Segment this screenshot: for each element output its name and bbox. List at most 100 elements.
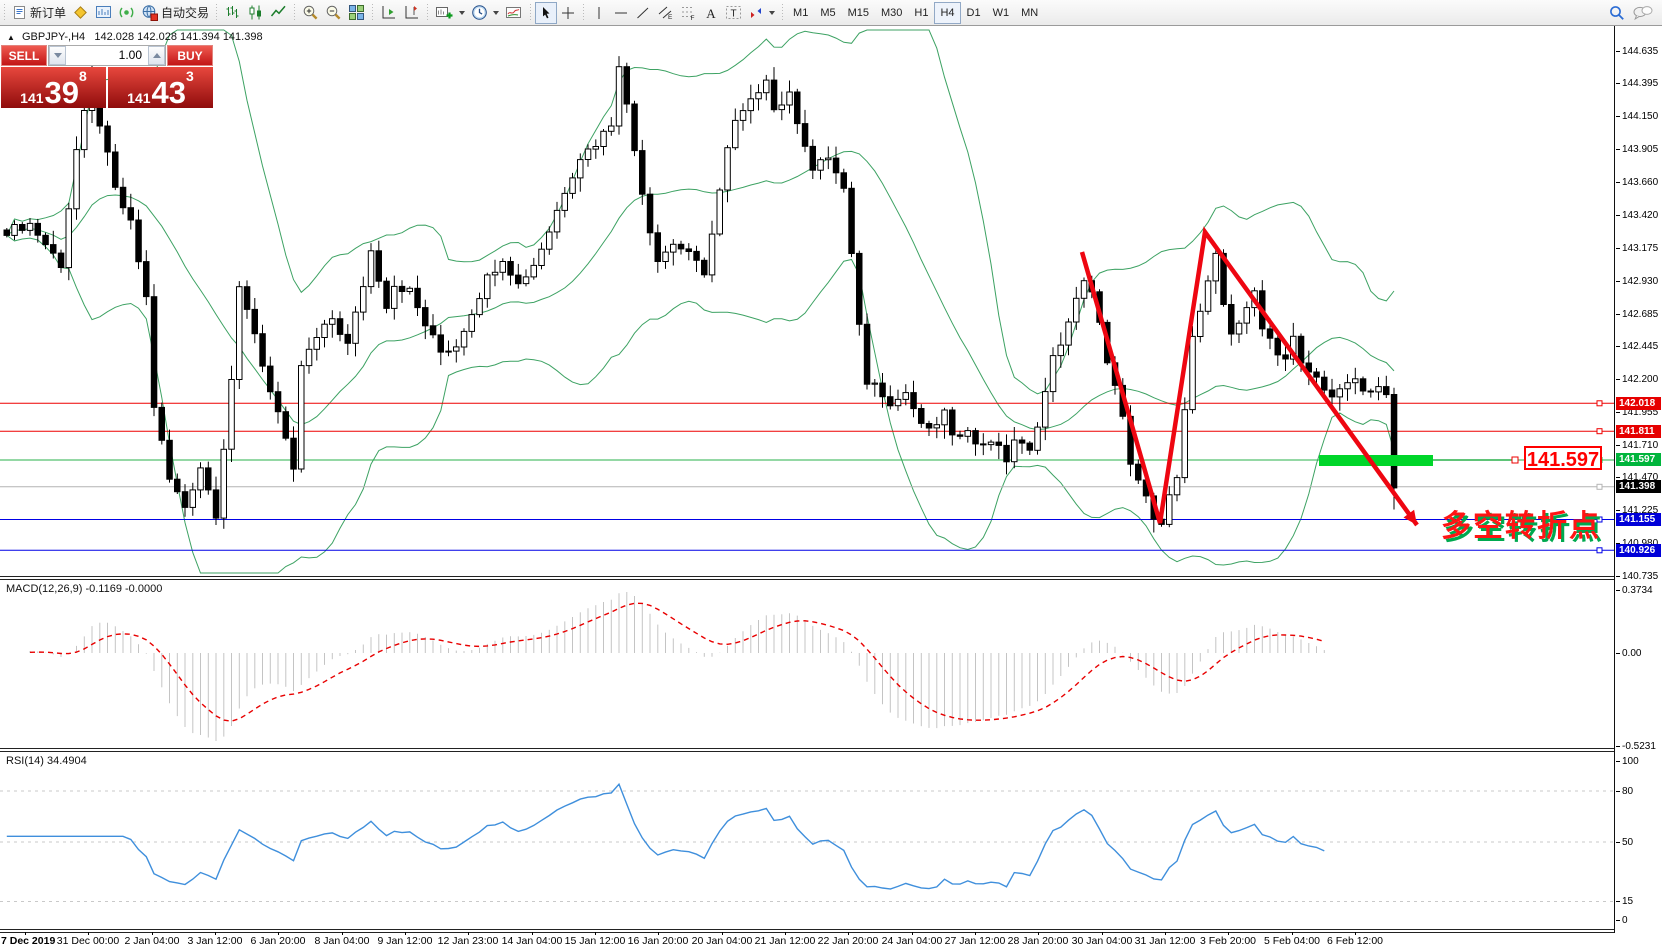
timeframe-button-m30[interactable]: M30 (875, 2, 908, 24)
chart-ohlc-title: ▲ GBPJPY-,H4 142.028 142.028 141.394 141… (7, 31, 263, 43)
toolbar-grip[interactable] (779, 4, 786, 22)
sell-price-display[interactable]: 141 39 8 (1, 67, 106, 108)
toolbar-grip[interactable] (213, 4, 220, 22)
crosshair-button[interactable] (557, 2, 579, 24)
price-level-badge: 141.155 (1616, 513, 1661, 526)
text-label-button[interactable]: T (722, 2, 745, 24)
price-axis-label: 142.200 (1616, 374, 1658, 385)
equidistant-channel-button[interactable]: E (654, 2, 677, 24)
toolbar: 新订单 自动交易 (0, 0, 1662, 26)
price-axis-label: 144.395 (1616, 78, 1658, 89)
time-axis-label: 30 Jan 04:00 (1072, 935, 1133, 947)
timeframe-button-w1[interactable]: W1 (987, 2, 1016, 24)
fibonacci-button[interactable]: F (677, 2, 700, 24)
rsi-axis-label: 100 (1616, 756, 1639, 767)
macd-panel-canvas[interactable] (0, 580, 1614, 748)
zoom-in-button[interactable] (299, 2, 322, 24)
chart-shift-button[interactable] (400, 2, 423, 24)
rsi-axis-label: 0 (1616, 915, 1628, 926)
time-axis-label: 24 Jan 04:00 (882, 935, 943, 947)
volume-input[interactable]: 1.00 (66, 46, 148, 65)
buy-button[interactable]: BUY (167, 45, 213, 66)
vertical-line-button[interactable] (588, 2, 610, 24)
time-axis-label: 3 Jan 12:00 (188, 935, 243, 947)
new-order-label: 新订单 (30, 4, 66, 21)
metaeditor-button[interactable] (69, 2, 92, 24)
auto-trading-button[interactable]: 自动交易 (138, 2, 212, 24)
toolbar-grip[interactable] (424, 4, 431, 22)
time-axis-label: 2 Jan 04:00 (125, 935, 180, 947)
chart-marker-icon: ▲ (7, 33, 15, 42)
chat-bubbles-icon (1632, 4, 1653, 21)
turning-point-annotation: 多空转折点 (1441, 501, 1601, 545)
main-chart-canvas[interactable] (0, 26, 1614, 576)
sell-button[interactable]: SELL (1, 45, 47, 66)
timeframe-button-h1[interactable]: H1 (908, 2, 934, 24)
toolbar-grip[interactable] (291, 4, 298, 22)
signal-icon (118, 4, 135, 21)
horizontal-line-button[interactable] (610, 2, 632, 24)
cursor-icon (538, 5, 554, 21)
candlestick-chart-button[interactable] (244, 2, 267, 24)
sell-price-big: 39 (45, 80, 79, 105)
tile-windows-button[interactable] (345, 2, 368, 24)
text-icon: A (704, 5, 718, 21)
new-chart-icon (435, 4, 454, 21)
buy-price-big: 43 (152, 80, 186, 105)
timeframe-button-m1[interactable]: M1 (787, 2, 814, 24)
text-button[interactable]: A (700, 2, 722, 24)
charts-window-button[interactable] (92, 2, 115, 24)
price-level-badge: 141.811 (1616, 425, 1661, 438)
zoom-out-button[interactable] (322, 2, 345, 24)
timeframe-button-h4[interactable]: H4 (934, 2, 960, 24)
chart-shift-icon (403, 4, 420, 21)
buy-price-pip: 3 (186, 69, 194, 83)
toolbar-grip[interactable] (580, 4, 587, 22)
price-axis: 144.635144.395144.150143.905143.660143.4… (1614, 26, 1662, 934)
cursor-button[interactable] (535, 2, 557, 24)
time-axis-label: 20 Jan 04:00 (692, 935, 753, 947)
new-order-icon (12, 5, 27, 20)
auto-trading-label: 自动交易 (161, 4, 209, 21)
timeframe-button-d1[interactable]: D1 (961, 2, 987, 24)
toolbar-grip[interactable] (369, 4, 376, 22)
arrows-button[interactable] (745, 2, 778, 24)
price-axis-label: 143.905 (1616, 144, 1658, 155)
crosshair-icon (560, 5, 576, 21)
bar-chart-button[interactable] (221, 2, 244, 24)
time-axis-label: 12 Jan 23:00 (438, 935, 499, 947)
time-axis-label: 22 Jan 20:00 (818, 935, 879, 947)
indicators-button[interactable] (502, 2, 526, 24)
price-axis-label: 140.735 (1616, 571, 1658, 582)
line-chart-button[interactable] (267, 2, 290, 24)
volume-decrease-button[interactable] (49, 46, 66, 65)
timeframe-button-m15[interactable]: M15 (842, 2, 875, 24)
search-button[interactable] (1605, 2, 1629, 24)
auto-trading-icon (141, 4, 158, 21)
auto-scroll-button[interactable] (377, 2, 400, 24)
new-chart-button[interactable] (432, 2, 468, 24)
volume-increase-button[interactable] (148, 46, 165, 65)
chart-ohlc-values: 142.028 142.028 141.394 141.398 (94, 31, 262, 43)
price-axis-label: 142.445 (1616, 341, 1658, 352)
new-order-button[interactable]: 新订单 (9, 2, 69, 24)
price-axis-label: 141.710 (1616, 440, 1658, 451)
trendline-button[interactable] (632, 2, 654, 24)
tile-windows-icon (348, 4, 365, 21)
timeframe-button-mn[interactable]: MN (1015, 2, 1044, 24)
trendline-icon (635, 5, 651, 21)
line-chart-icon (270, 4, 287, 21)
candlestick-chart-icon (247, 4, 264, 21)
price-callout-box[interactable]: 141.597 (1524, 446, 1602, 470)
chat-button[interactable] (1629, 2, 1656, 24)
periods-button[interactable] (468, 2, 502, 24)
chart-symbol-period: GBPJPY-,H4 (22, 31, 85, 43)
timeframe-button-m5[interactable]: M5 (814, 2, 841, 24)
toolbar-grip[interactable] (1, 4, 8, 22)
sell-price-pip: 8 (79, 69, 87, 83)
rsi-panel-canvas[interactable] (0, 752, 1614, 929)
toolbar-grip[interactable] (527, 4, 534, 22)
buy-price-display[interactable]: 141 43 3 (108, 67, 213, 108)
signal-button[interactable] (115, 2, 138, 24)
indicators-icon (505, 4, 523, 21)
